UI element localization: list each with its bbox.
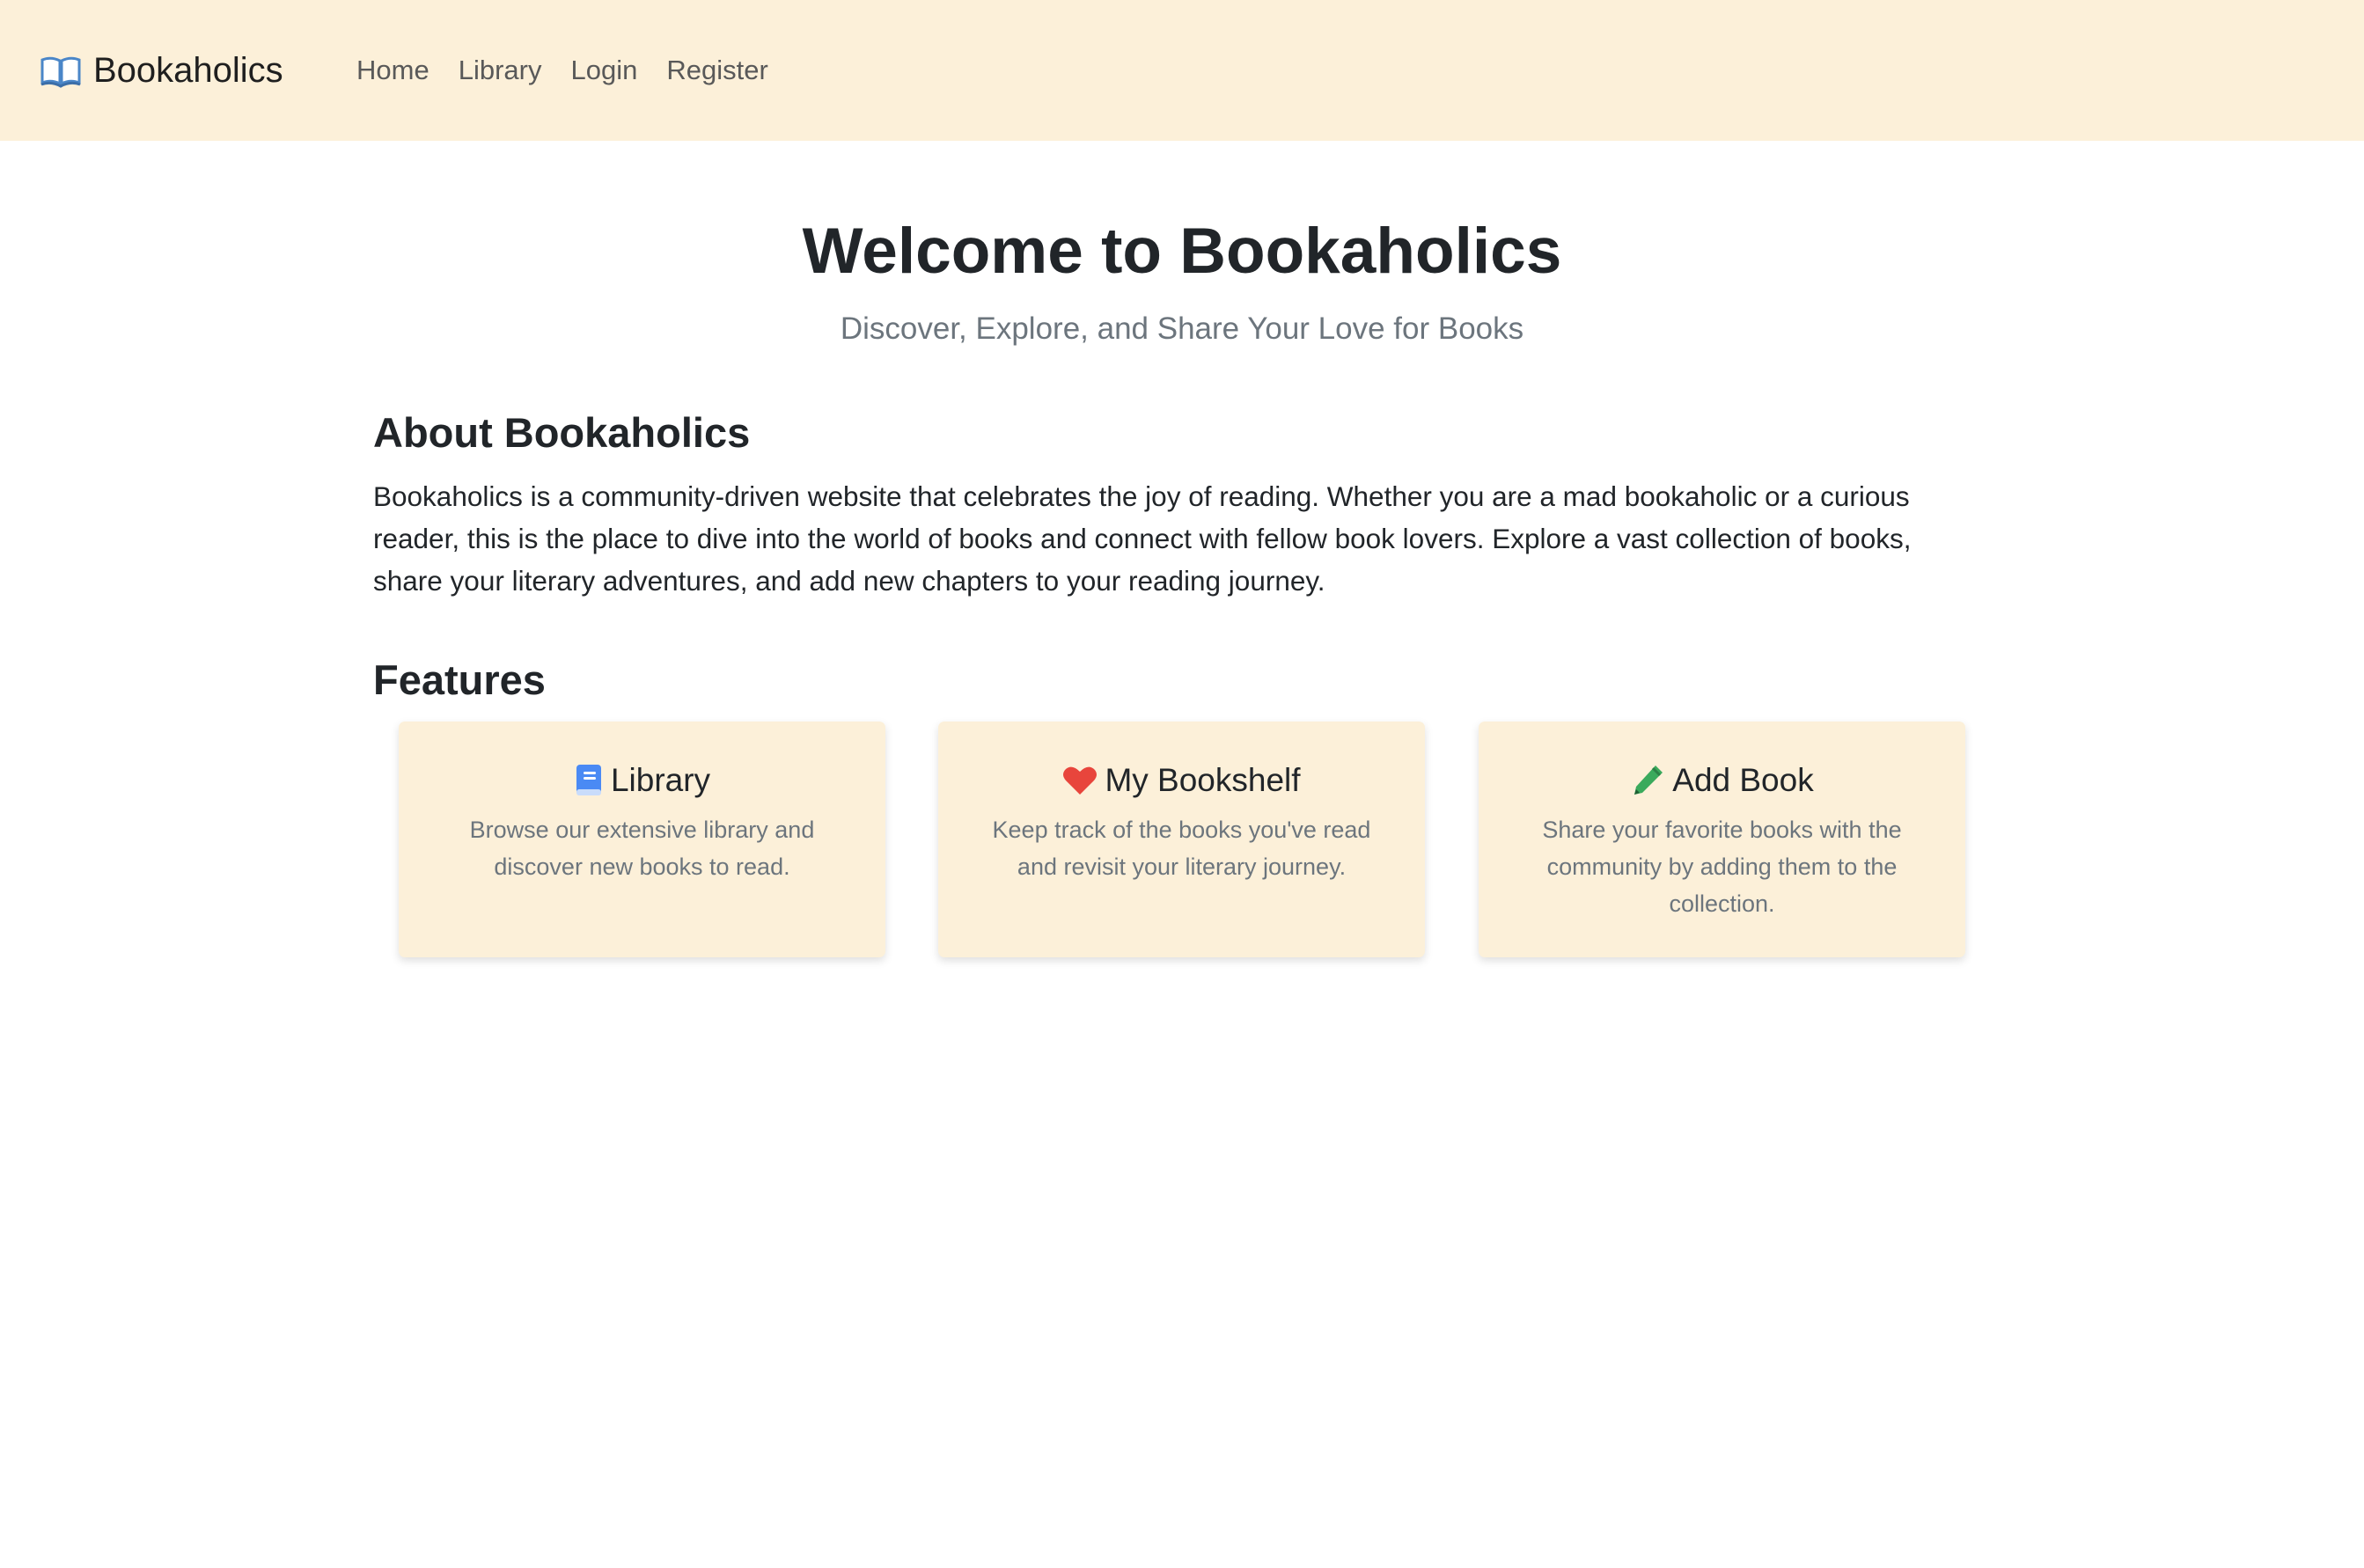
heart-icon	[1063, 766, 1098, 795]
brand-name: Bookaholics	[93, 50, 283, 90]
card-title: Library	[610, 762, 711, 798]
navbar: Bookaholics Home Library Login Register	[0, 0, 2364, 141]
features-heading: Features	[373, 656, 546, 703]
card-title: Add Book	[1672, 762, 1814, 798]
page-subtitle: Discover, Explore, and Share Your Love f…	[840, 311, 1524, 346]
feature-card-my-bookshelf[interactable]: My Bookshelf Keep track of the books you…	[938, 722, 1425, 957]
feature-card-library[interactable]: Library Browse our extensive library and…	[399, 722, 885, 957]
nav-link-library[interactable]: Library	[459, 55, 542, 86]
card-text: Share your favorite books with the commu…	[1542, 817, 1902, 917]
brand-link[interactable]: Bookaholics	[40, 0, 283, 141]
card-title-row: Library	[399, 758, 885, 802]
card-title-row: Add Book	[1479, 758, 1965, 802]
about-heading: About Bookaholics	[373, 409, 751, 456]
nav-link-register[interactable]: Register	[666, 55, 767, 86]
card-title: My Bookshelf	[1105, 762, 1301, 798]
nav-link-home[interactable]: Home	[356, 55, 429, 86]
pencil-icon	[1634, 766, 1663, 795]
card-text: Browse our extensive library and discove…	[469, 817, 815, 880]
page-title: Welcome to Bookaholics	[802, 216, 1562, 287]
open-book-icon	[40, 56, 81, 88]
card-title-row: My Bookshelf	[938, 758, 1425, 802]
card-text: Keep track of the books you've read and …	[992, 817, 1371, 880]
blue-book-icon	[576, 765, 601, 795]
nav-links: Home Library Login Register	[356, 0, 797, 141]
about-text: Bookaholics is a community-driven websit…	[373, 480, 1912, 597]
nav-link-login[interactable]: Login	[570, 55, 637, 86]
feature-card-add-book[interactable]: Add Book Share your favorite books with …	[1479, 722, 1965, 957]
